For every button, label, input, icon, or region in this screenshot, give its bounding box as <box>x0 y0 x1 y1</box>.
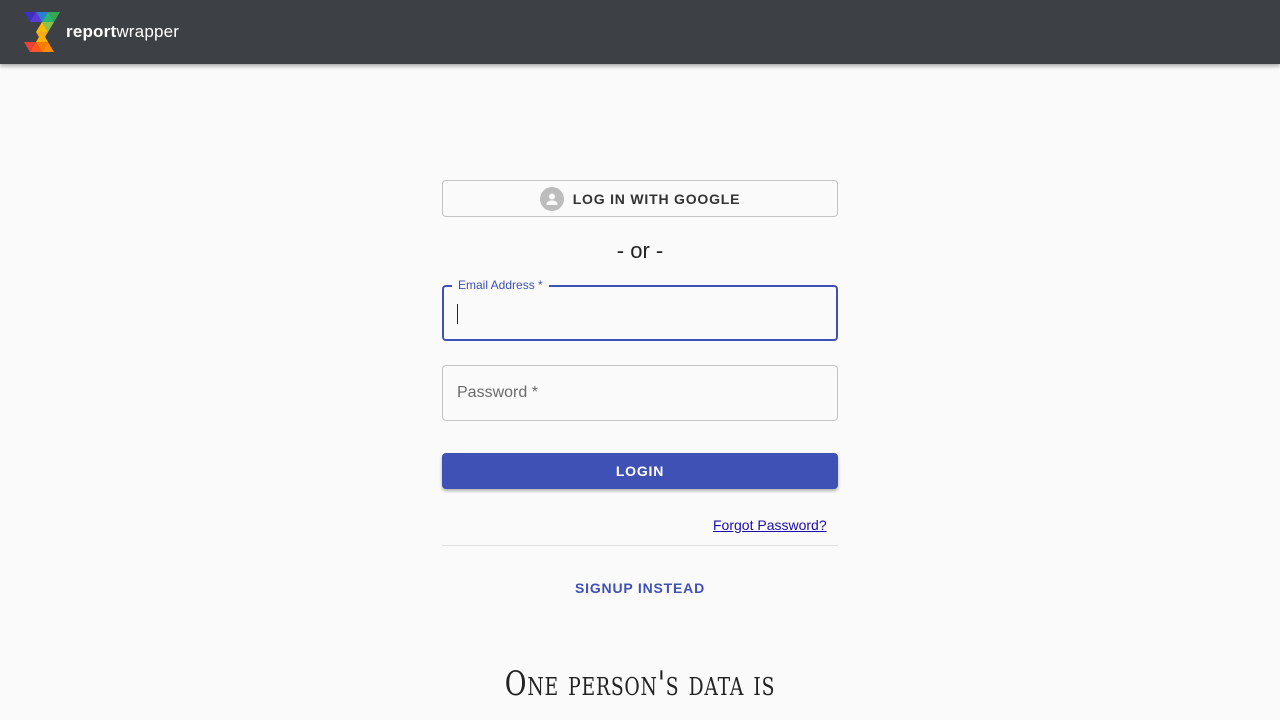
or-separator: - or - <box>616 238 664 263</box>
email-field[interactable]: Email Address * <box>442 278 838 341</box>
reportwrapper-logo-icon <box>24 12 60 52</box>
text-cursor <box>457 304 458 324</box>
brand-name: reportwrapper <box>66 22 179 42</box>
google-login-button[interactable]: LOG IN WITH GOOGLE <box>442 180 838 217</box>
signup-instead-button[interactable]: SIGNUP INSTEAD <box>442 580 838 596</box>
email-label: Email Address * <box>452 278 549 292</box>
brand-name-bold: report <box>66 22 117 41</box>
tagline: One person's data is <box>504 664 776 704</box>
divider <box>442 545 838 546</box>
password-placeholder: Password * <box>457 384 538 401</box>
app-header: reportwrapper <box>0 0 1280 64</box>
brand-logo[interactable]: reportwrapper <box>24 12 179 52</box>
brand-name-light: wrapper <box>116 22 180 41</box>
login-button[interactable]: LOGIN <box>442 453 838 489</box>
account-circle-icon <box>539 186 564 211</box>
password-field[interactable]: Password * <box>442 365 838 421</box>
google-login-label: LOG IN WITH GOOGLE <box>572 190 741 207</box>
forgot-password-link[interactable]: Forgot Password? <box>713 517 827 533</box>
